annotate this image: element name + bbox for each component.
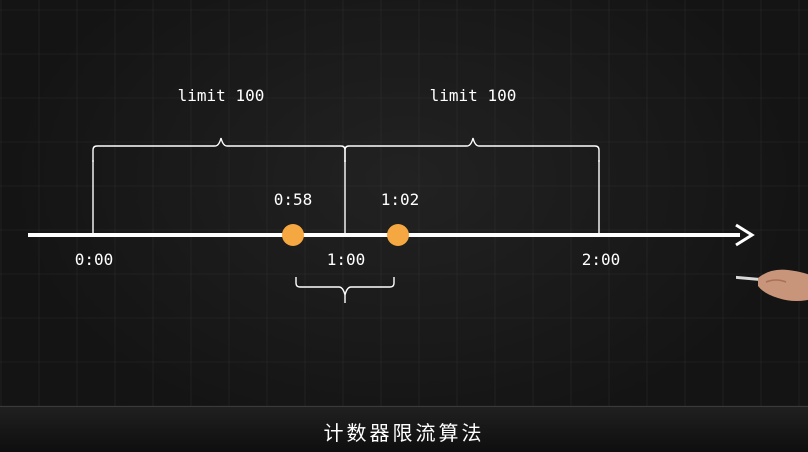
request-point-1	[282, 224, 304, 246]
subtitle: 计数器限流算法	[323, 421, 485, 445]
burst-brace	[295, 277, 395, 296]
window-label-1: limit 100	[178, 86, 265, 105]
pointing-hand	[736, 269, 808, 301]
time-label-1-00: 1:00	[327, 250, 366, 269]
request-label-2: 1:02	[381, 190, 420, 209]
time-label-2-00: 2:00	[582, 250, 621, 269]
request-label-1: 0:58	[274, 190, 313, 209]
window-brace-1	[92, 137, 346, 162]
request-point-2	[387, 224, 409, 246]
window-brace-2	[344, 137, 600, 162]
window-label-2: limit 100	[430, 86, 517, 105]
timeline-diagram: limit 100 limit 100 0:58 1:02 0:00 1:00 …	[28, 86, 755, 303]
time-label-0-00: 0:00	[75, 250, 114, 269]
